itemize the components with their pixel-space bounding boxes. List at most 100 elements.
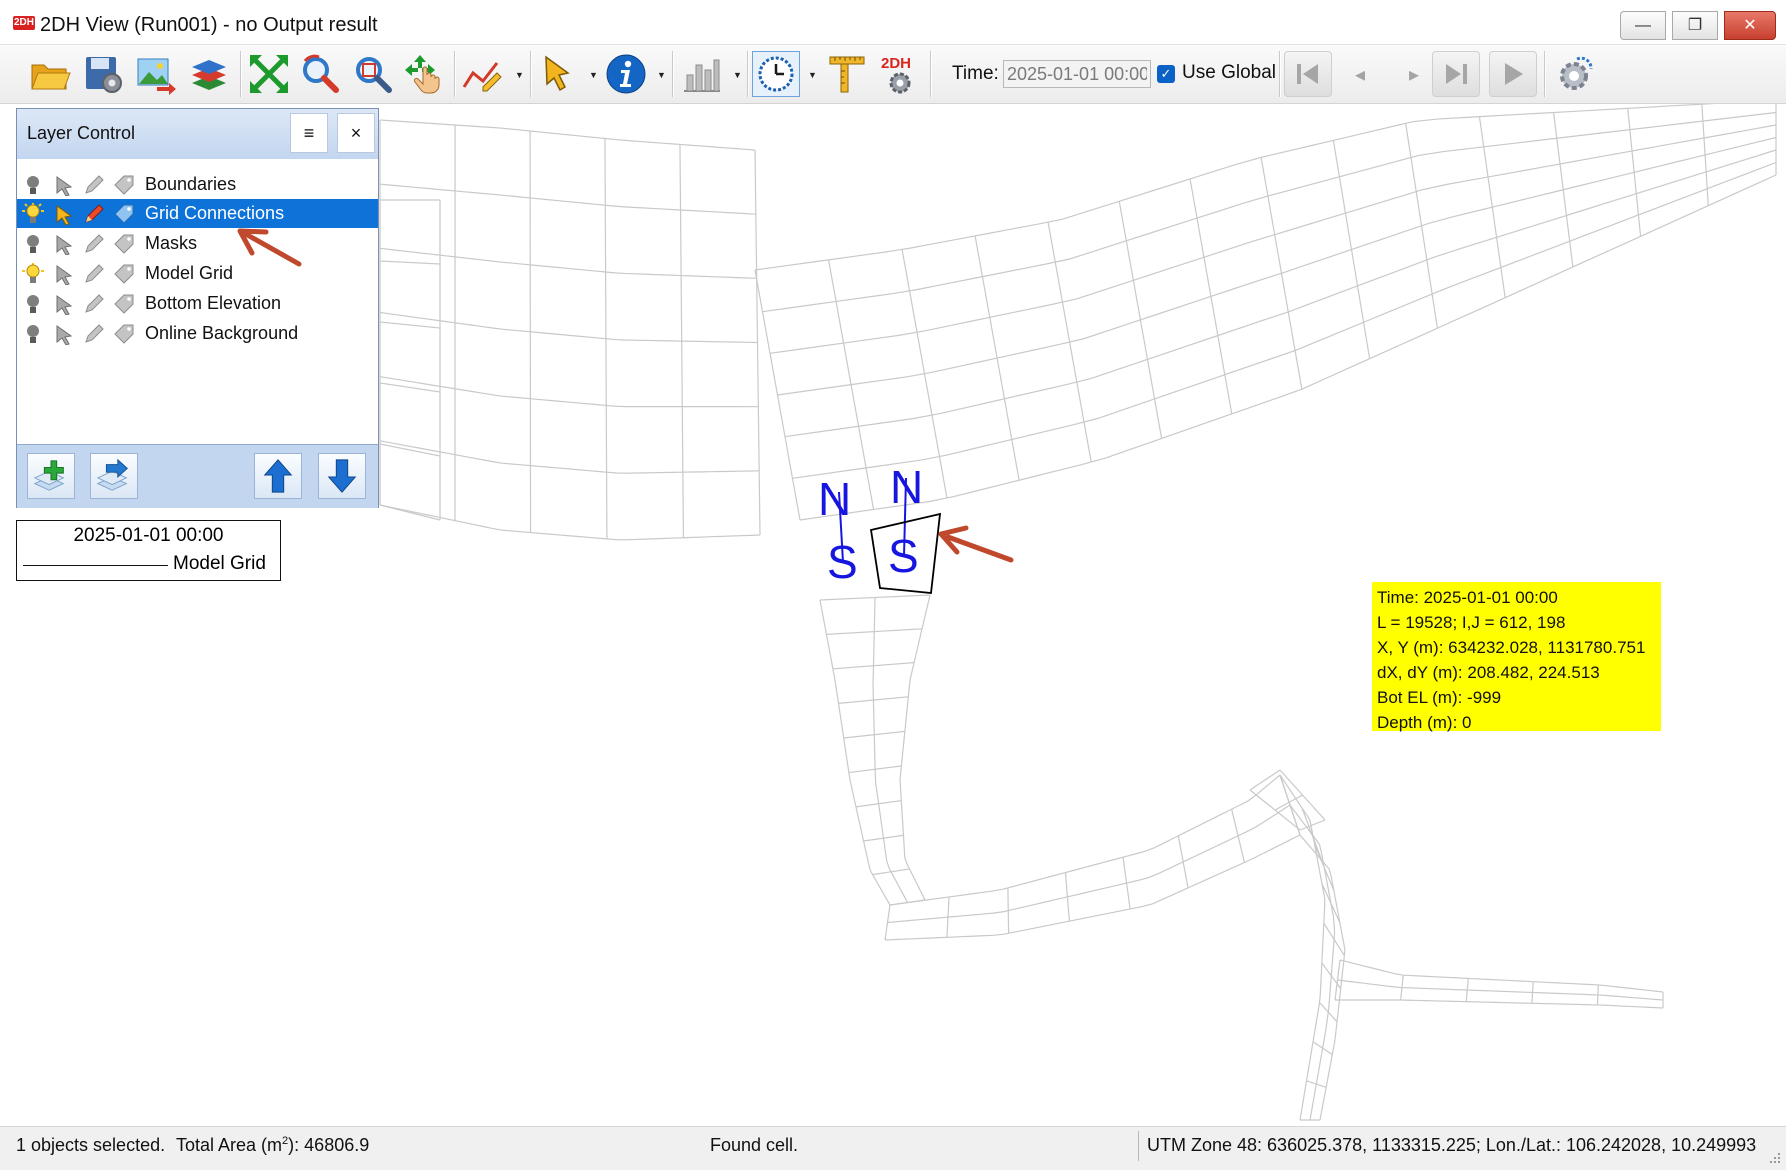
grid-line [900, 595, 930, 900]
last-frame-button[interactable] [1432, 51, 1480, 97]
move-layer-down-button[interactable] [318, 453, 366, 499]
measure-button[interactable] [823, 51, 871, 97]
area-prefix: Total Area (m [176, 1135, 282, 1155]
layer-row-masks[interactable]: Masks [17, 229, 378, 258]
minimize-button[interactable]: — [1620, 11, 1666, 40]
grid-line [380, 184, 756, 214]
selectable-pointer-icon[interactable] [53, 233, 75, 255]
layer-row-online-background[interactable]: Online Background [17, 319, 378, 348]
grid-line [873, 869, 910, 875]
move-layer-up-button[interactable] [254, 453, 302, 499]
selectable-pointer-icon[interactable] [53, 203, 75, 225]
zoom-window-button[interactable] [349, 51, 397, 97]
chart-button[interactable] [678, 51, 726, 97]
use-global-checkbox[interactable]: ✓ [1157, 65, 1175, 83]
2dh-settings-icon: 2DH [879, 53, 921, 95]
layer-control-title: Layer Control [27, 123, 135, 144]
visibility-bulb-on-icon[interactable] [22, 263, 44, 285]
pan-button[interactable] [400, 51, 448, 97]
label-tag-icon[interactable] [113, 293, 135, 315]
editable-pencil-icon[interactable] [83, 233, 105, 255]
time-input[interactable] [1003, 60, 1151, 88]
maximize-button[interactable]: ❐ [1672, 11, 1718, 40]
editable-pencil-icon[interactable] [83, 174, 105, 196]
layer-close-button[interactable]: × [337, 113, 375, 153]
next-frame-button[interactable]: ▸ [1390, 51, 1438, 97]
resize-grip-icon[interactable] [1766, 1149, 1782, 1165]
add-layer-button[interactable] [27, 453, 75, 499]
editable-pencil-icon[interactable] [83, 203, 105, 225]
visibility-bulb-icon[interactable] [22, 233, 44, 255]
chart-dropdown-icon[interactable]: ▼ [733, 70, 742, 80]
title-bar: 2DH 2DH View (Run001) - no Output result… [0, 0, 1786, 45]
grid-line [380, 120, 755, 150]
save-settings-button[interactable] [79, 51, 127, 97]
selectable-pointer-icon[interactable] [53, 293, 75, 315]
label-tag-icon[interactable] [113, 233, 135, 255]
layer-menu-button[interactable]: ≡ [290, 113, 328, 153]
2dh-settings-button[interactable]: 2DH [876, 51, 924, 97]
open-folder-icon [29, 53, 71, 95]
clock-dropdown-icon[interactable]: ▼ [808, 70, 817, 80]
select-pointer-icon [538, 53, 580, 95]
next-frame-icon: ▸ [1409, 62, 1419, 87]
selectable-pointer-icon[interactable] [53, 263, 75, 285]
polyline-tool-button[interactable] [458, 51, 506, 97]
zoom-extents-button[interactable] [245, 51, 293, 97]
selectable-pointer-icon[interactable] [53, 323, 75, 345]
annotation-arrow-layer [232, 221, 312, 271]
grid-line [888, 805, 1291, 923]
export-layer-button[interactable] [90, 453, 138, 499]
editable-pencil-icon[interactable] [83, 323, 105, 345]
export-image-icon [135, 53, 177, 95]
layers-icon [188, 53, 230, 95]
layer-list: Boundaries Grid Connections Masks Model … [17, 159, 378, 441]
grid-line [1340, 960, 1663, 992]
ruler-icon [826, 53, 868, 95]
layer-row-model-grid[interactable]: Model Grid [17, 259, 378, 288]
info-icon [605, 53, 647, 95]
selectable-pointer-icon[interactable] [53, 174, 75, 196]
time-label: Time: [952, 63, 999, 85]
info-button[interactable] [602, 51, 650, 97]
time-clock-button[interactable] [752, 51, 800, 97]
clock-icon [755, 53, 797, 95]
visibility-bulb-icon[interactable] [22, 323, 44, 345]
animation-settings-button[interactable] [1550, 51, 1598, 97]
annotation-arrow-cell [941, 528, 1011, 560]
select-dropdown-icon[interactable]: ▼ [589, 70, 598, 80]
grid-line [1250, 790, 1300, 830]
visibility-bulb-icon[interactable] [22, 293, 44, 315]
play-button[interactable] [1489, 51, 1537, 97]
zoom-previous-button[interactable] [296, 51, 344, 97]
visibility-bulb-on-icon[interactable] [22, 203, 44, 225]
select-button[interactable] [535, 51, 583, 97]
first-frame-button[interactable] [1284, 51, 1332, 97]
label-tag-icon[interactable] [113, 203, 135, 225]
grid-line [1532, 982, 1533, 1004]
grid-line [1315, 845, 1334, 890]
label-tag-icon[interactable] [113, 263, 135, 285]
close-button[interactable]: ✕ [1724, 11, 1776, 40]
label-tag-icon[interactable] [113, 174, 135, 196]
layer-row-boundaries[interactable]: Boundaries [17, 170, 378, 199]
previous-frame-icon: ◂ [1355, 62, 1365, 87]
use-global-label[interactable]: Use Global [1182, 62, 1276, 84]
visibility-bulb-icon[interactable] [22, 174, 44, 196]
layer-row-bottom-elevation[interactable]: Bottom Elevation [17, 289, 378, 318]
open-button[interactable] [26, 51, 74, 97]
status-divider [1138, 1131, 1139, 1161]
grid-line [770, 125, 1776, 353]
editable-pencil-icon[interactable] [83, 293, 105, 315]
label-tag-icon[interactable] [113, 323, 135, 345]
layer-row-grid-connections[interactable]: Grid Connections [17, 199, 378, 228]
editable-pencil-icon[interactable] [83, 263, 105, 285]
animation-settings-icon [1553, 53, 1595, 95]
previous-frame-button[interactable]: ◂ [1336, 51, 1384, 97]
layers-button[interactable] [185, 51, 233, 97]
export-image-button[interactable] [132, 51, 180, 97]
polyline-dropdown-icon[interactable]: ▼ [515, 70, 524, 80]
zoom-previous-icon [299, 53, 341, 95]
info-dropdown-icon[interactable]: ▼ [657, 70, 666, 80]
grid-line [1302, 808, 1322, 860]
